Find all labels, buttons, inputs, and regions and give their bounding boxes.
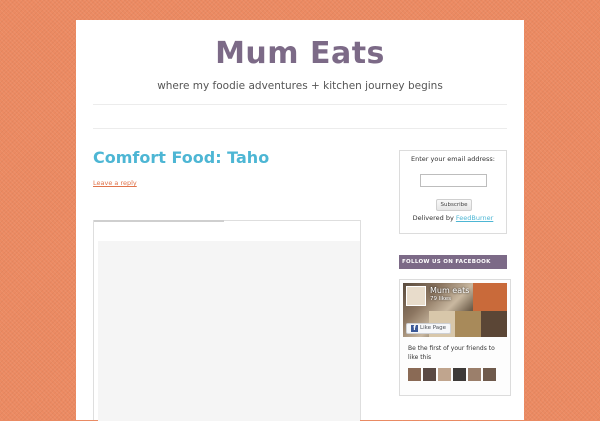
post-image-gallery [93, 220, 361, 421]
cover-photo-tile [455, 311, 481, 337]
friend-avatar[interactable] [408, 368, 421, 381]
delivered-by-label: Delivered by [412, 214, 454, 222]
facebook-like-button[interactable]: f Like Page [406, 323, 452, 334]
friend-avatar[interactable] [423, 368, 436, 381]
email-subscribe-label: Enter your email address: [411, 155, 495, 163]
header-divider [93, 104, 507, 105]
facebook-likes-count: 79 likes [430, 296, 452, 302]
facebook-page-name[interactable]: Mum eats [430, 286, 469, 295]
page-container: Mum Eats where my foodie adventures + ki… [76, 20, 524, 421]
facebook-page-avatar[interactable] [406, 286, 426, 306]
like-button-label: Like Page [420, 325, 447, 331]
cover-photo-tile [473, 283, 507, 311]
friend-avatar[interactable] [438, 368, 451, 381]
delivered-by-text: Delivered by FeedBurner [400, 214, 506, 222]
email-input[interactable] [420, 174, 487, 187]
feedburner-link[interactable]: FeedBurner [456, 214, 493, 222]
subscribe-button[interactable]: Subscribe [436, 199, 472, 211]
gallery-top-border [94, 220, 224, 222]
post-title[interactable]: Comfort Food: Taho [93, 148, 269, 167]
cover-photo-tile [481, 311, 507, 337]
facebook-widget-heading: FOLLOW US ON FACEBOOK [399, 255, 507, 269]
post-image[interactable] [98, 241, 360, 421]
facebook-friends-text: Be the first of your friends to like thi… [408, 345, 495, 361]
facebook-page-widget: Mum eats 79 likes f Like Page Be the firs… [399, 279, 511, 396]
email-subscribe-widget: Enter your email address: Subscribe Deli… [399, 150, 507, 234]
site-title[interactable]: Mum Eats [76, 36, 524, 71]
friend-avatar[interactable] [453, 368, 466, 381]
friend-avatar[interactable] [483, 368, 496, 381]
facebook-friend-faces [408, 366, 498, 381]
nav-divider [93, 128, 507, 129]
friend-avatar[interactable] [468, 368, 481, 381]
facebook-cover-photo[interactable]: Mum eats 79 likes f Like Page [403, 283, 507, 337]
leave-reply-link[interactable]: Leave a reply [93, 179, 137, 187]
facebook-f-icon: f [411, 325, 418, 332]
site-tagline: where my foodie adventures + kitchen jou… [157, 80, 443, 92]
